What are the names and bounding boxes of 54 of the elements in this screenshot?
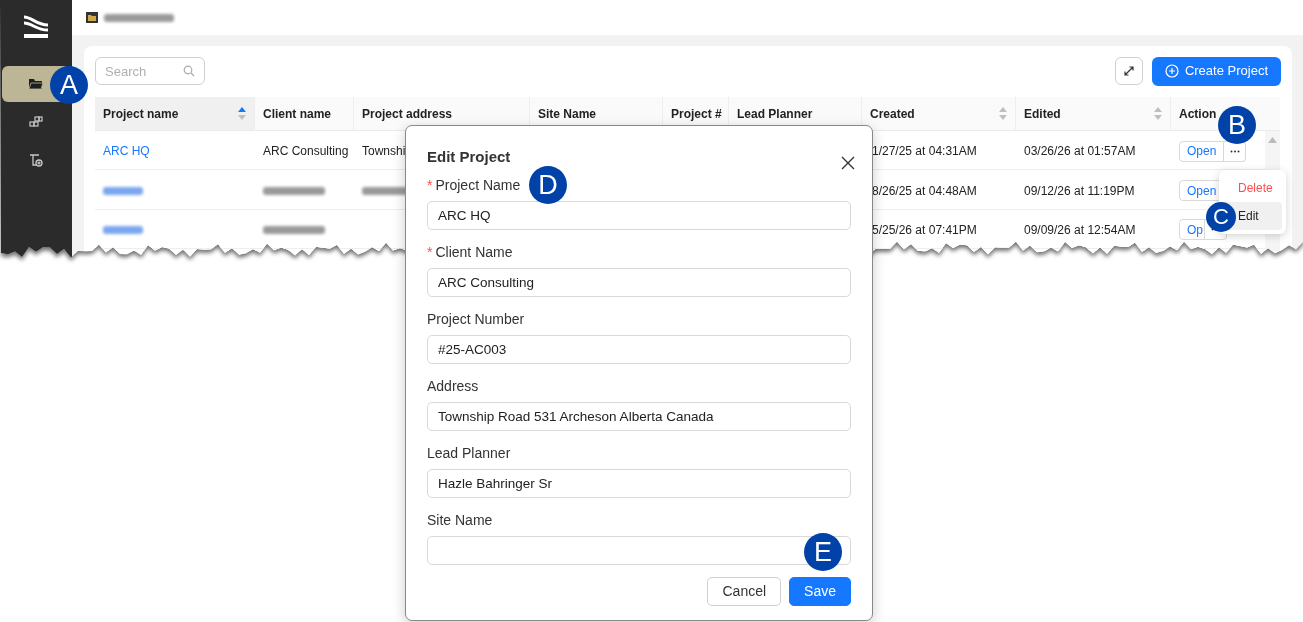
table-cell-text: 8/26/25 at 04:48AM bbox=[872, 182, 977, 200]
open-button[interactable]: Op bbox=[1179, 219, 1205, 241]
search-field[interactable]: Search bbox=[95, 57, 205, 85]
input-field[interactable] bbox=[427, 536, 851, 565]
sort-icon[interactable] bbox=[238, 107, 246, 120]
table-cell-text: 09/09/26 at 12:54AM bbox=[1024, 221, 1136, 239]
input-field[interactable]: ARC Consulting bbox=[427, 268, 851, 297]
close-icon bbox=[841, 155, 855, 170]
more-icon bbox=[1229, 149, 1240, 153]
column-label: Project # bbox=[671, 105, 722, 123]
column-label: Action bbox=[1179, 105, 1217, 123]
field-label: Lead Planner bbox=[427, 445, 511, 461]
column-label: Project name bbox=[103, 105, 179, 123]
table-cell-text: 09/12/26 at 11:19PM bbox=[1024, 182, 1135, 200]
column-label: Edited bbox=[1024, 105, 1061, 123]
table-cell-text: 5/25/26 at 07:41PM bbox=[872, 221, 977, 239]
table-cell-text: ARC Consulting bbox=[263, 143, 349, 161]
open-button[interactable]: Open bbox=[1179, 140, 1225, 162]
column-header[interactable]: Edited bbox=[1016, 97, 1171, 131]
field-label: Project Name bbox=[435, 177, 521, 193]
table-cell-text: Townshi bbox=[362, 143, 406, 161]
required-mark: * bbox=[427, 244, 433, 260]
field-label: Site Name bbox=[427, 512, 493, 528]
required-mark: * bbox=[427, 177, 433, 193]
column-header[interactable]: Project name bbox=[95, 97, 255, 131]
column-header[interactable]: Created bbox=[862, 97, 1016, 131]
column-label: Site Name bbox=[538, 105, 597, 123]
cancel-button[interactable]: Cancel bbox=[707, 577, 782, 606]
expand-button[interactable] bbox=[1114, 57, 1143, 85]
field-label: Project Number bbox=[427, 311, 525, 327]
column-label: Project address bbox=[362, 105, 453, 123]
create-project-button[interactable]: Create Project bbox=[1151, 56, 1281, 86]
column-label: Client name bbox=[263, 105, 331, 123]
input-field[interactable]: Hazle Bahringer Sr bbox=[427, 469, 851, 498]
input-field[interactable]: ARC HQ bbox=[427, 201, 851, 230]
column-label: Lead Planner bbox=[737, 105, 813, 123]
project-link[interactable]: ARC HQ bbox=[103, 142, 150, 161]
expand-icon bbox=[1123, 66, 1134, 76]
table-cell-text: 03/26/26 at 01:57AM bbox=[1024, 143, 1136, 161]
blocks-icon[interactable] bbox=[29, 116, 43, 128]
column-label: Created bbox=[870, 105, 915, 123]
input-field[interactable]: Township Road 531 Archeson Alberta Canada bbox=[427, 402, 851, 431]
input-field[interactable]: #25-AC003 bbox=[427, 335, 851, 364]
save-button[interactable]: Save bbox=[789, 577, 851, 606]
field-label: Address bbox=[427, 378, 479, 394]
tool-add-icon[interactable] bbox=[29, 153, 43, 167]
folder-icon bbox=[86, 12, 98, 23]
table-cell-text: 1/27/25 at 04:31AM bbox=[872, 143, 977, 161]
search-icon bbox=[183, 65, 195, 77]
dialog-title: Edit Project bbox=[427, 147, 511, 167]
blurred-text bbox=[104, 13, 174, 22]
folder-icon[interactable] bbox=[29, 78, 43, 90]
plus-circle-icon bbox=[1164, 64, 1179, 78]
field-label: Client Name bbox=[435, 244, 513, 260]
